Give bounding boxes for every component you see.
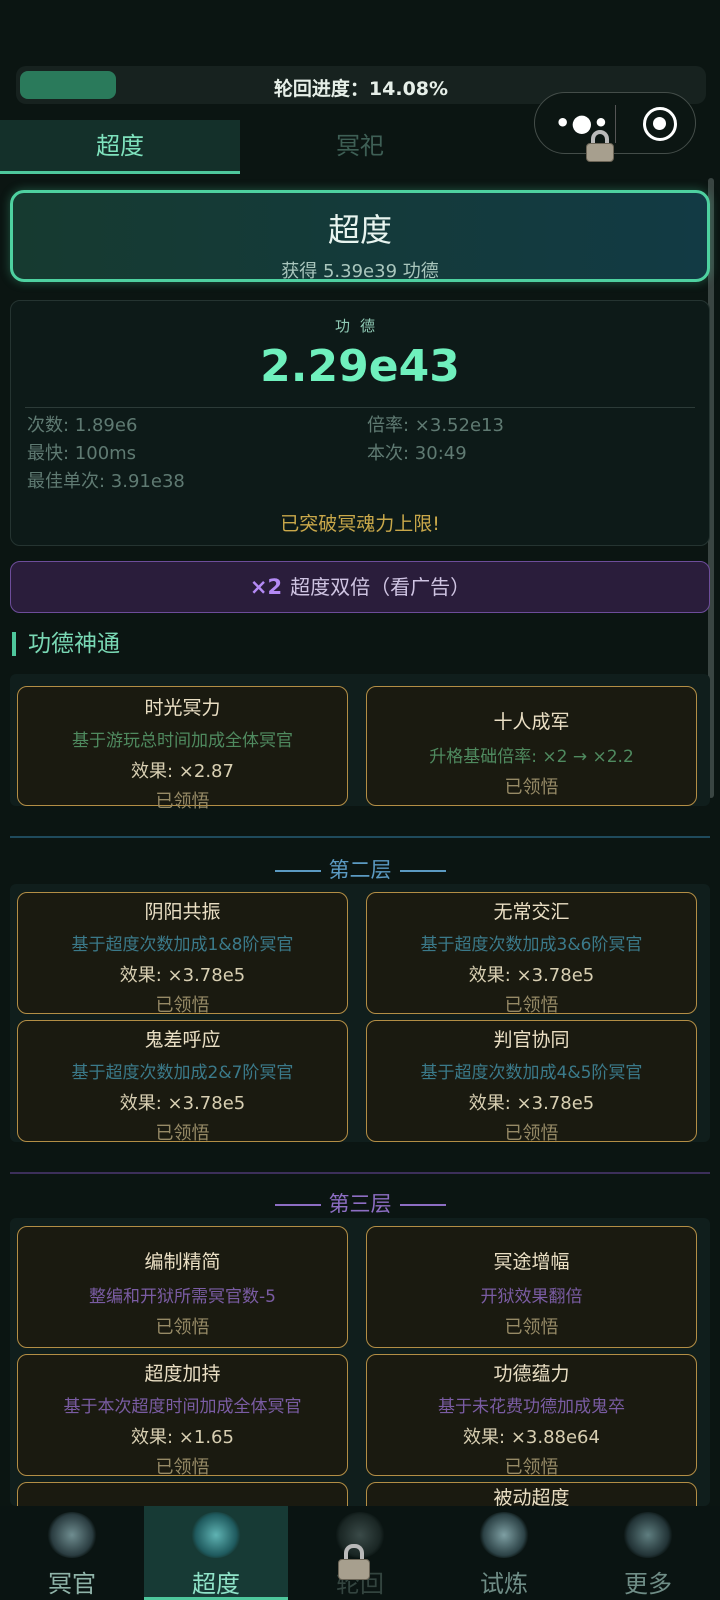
skill-desc: 开狱效果翻倍: [480, 1287, 583, 1307]
divider: [25, 407, 695, 408]
ghost-mask-icon: [47, 1512, 97, 1558]
skill-name: 被动超度: [493, 1487, 570, 1506]
skill-name: 功德蕴力: [493, 1363, 570, 1385]
skill-status: 已领悟: [155, 791, 210, 812]
skill-effect: 效果: ×1.65: [131, 1427, 234, 1448]
chaodu-button-subtitle: 获得 5.39e39 功德: [281, 261, 439, 282]
chaodu-button[interactable]: 超度 获得 5.39e39 功德: [10, 190, 710, 282]
nav-label: 超度: [192, 1570, 240, 1598]
skill-status: 已领悟: [504, 777, 559, 798]
layer2-header: 第二层: [0, 854, 720, 884]
skill-card[interactable]: 被动超度: [366, 1482, 697, 1506]
nav-item-gengduo[interactable]: 更多: [576, 1506, 720, 1600]
skill-name: 编制精简: [144, 1251, 221, 1273]
skill-status: 已领悟: [504, 1457, 559, 1478]
skill-name: 时光冥力: [144, 697, 221, 719]
layer2-title: 第二层: [328, 858, 392, 882]
tab-chaodu[interactable]: 超度: [0, 120, 240, 174]
flame-lotus-icon: [479, 1512, 529, 1558]
miniprogram-capsule: •●•: [534, 92, 696, 154]
close-miniprogram-icon[interactable]: [643, 107, 677, 141]
stat-fastest: 最快: 100ms: [27, 443, 137, 464]
lock-icon: [338, 1544, 370, 1580]
skill-card[interactable]: 冥途增幅 开狱效果翻倍 已领悟: [366, 1226, 697, 1348]
skill-effect: 效果: ×3.78e5: [119, 1093, 246, 1114]
double-ad-button[interactable]: ×2 超度双倍（看广告）: [10, 561, 710, 613]
layer-divider: [10, 836, 710, 838]
stat-rate: 倍率: ×3.52e13: [367, 415, 504, 436]
nav-label: 冥官: [48, 1570, 96, 1598]
skill-status: 已领悟: [155, 1457, 210, 1478]
skill-desc: 基于超度次数加成4&5阶冥官: [420, 1063, 643, 1083]
skill-desc: 整编和开狱所需冥官数-5: [89, 1287, 276, 1307]
stat-count: 次数: 1.89e6: [27, 415, 138, 436]
skill-desc: 基于超度次数加成2&7阶冥官: [71, 1063, 294, 1083]
skill-card[interactable]: 阴阳共振 基于超度次数加成1&8阶冥官 效果: ×3.78e5 已领悟: [17, 892, 348, 1016]
skill-desc: 基于未花费功德加成鬼卒: [438, 1397, 625, 1417]
nav-label: 更多: [624, 1570, 672, 1598]
chaodu-button-title: 超度: [327, 211, 392, 249]
double-badge: ×2: [249, 575, 283, 599]
skill-status: 已领悟: [155, 1123, 210, 1144]
skill-status: 已领悟: [504, 995, 559, 1016]
skill-card[interactable]: 功德蕴力 基于未花费功德加成鬼卒 效果: ×3.88e64 已领悟: [366, 1354, 697, 1478]
skill-name: 阴阳共振: [144, 901, 221, 923]
stat-current: 本次: 30:49: [367, 443, 467, 464]
skill-name: 鬼差呼应: [144, 1029, 221, 1051]
nav-item-lunhui[interactable]: 轮回: [288, 1506, 432, 1600]
skill-effect: 效果: ×3.78e5: [468, 1093, 595, 1114]
skill-desc: 基于超度次数加成1&8阶冥官: [71, 935, 294, 955]
nav-item-chaodu[interactable]: 超度: [144, 1506, 288, 1600]
merit-label: 功德: [334, 317, 385, 335]
skill-status: 已领悟: [155, 995, 210, 1016]
skill-card[interactable]: 超度加持 基于本次超度时间加成全体冥官 效果: ×1.65 已领悟: [17, 1354, 348, 1478]
skill-name: 判官协同: [493, 1029, 570, 1051]
skill-card[interactable]: 时光冥力 基于游玩总时间加成全体冥官 效果: ×2.87 已领悟: [17, 686, 348, 812]
skill-card[interactable]: 十人成军 升格基础倍率: ×2 → ×2.2 已领悟: [366, 686, 697, 806]
merit-stats-card: 功德 2.29e43 次数: 1.89e6 倍率: ×3.52e13 最快: 1…: [10, 300, 710, 546]
capsule-divider: [615, 105, 616, 143]
skill-name: 无常交汇: [493, 901, 570, 923]
skill-desc: 基于游玩总时间加成全体冥官: [72, 731, 293, 751]
skill-desc: 基于本次超度时间加成全体冥官: [63, 1397, 302, 1417]
skill-card[interactable]: 判官协同 基于超度次数加成4&5阶冥官 效果: ×3.78e5 已领悟: [366, 1020, 697, 1144]
double-label: 超度双倍（看广告）: [290, 575, 471, 599]
section-title: 功德神通: [12, 632, 120, 656]
merit-value: 2.29e43: [260, 341, 460, 392]
nav-item-shilian[interactable]: 试炼: [432, 1506, 576, 1600]
skill-effect: 效果: ×3.88e64: [463, 1427, 600, 1448]
skill-card[interactable]: [17, 1482, 348, 1506]
skill-card[interactable]: 鬼差呼应 基于超度次数加成2&7阶冥官 效果: ×3.78e5 已领悟: [17, 1020, 348, 1144]
tier3-panel: 编制精简 整编和开狱所需冥官数-5 已领悟 冥途增幅 开狱效果翻倍 已领悟 超度…: [10, 1218, 710, 1506]
temple-icon: [191, 1512, 241, 1558]
skill-effect: 效果: ×3.78e5: [468, 965, 595, 986]
skill-card[interactable]: 编制精简 整编和开狱所需冥官数-5 已领悟: [17, 1226, 348, 1348]
stat-best: 最佳单次: 3.91e38: [27, 471, 185, 492]
nav-item-mingguan[interactable]: 冥官: [0, 1506, 144, 1600]
layer3-header: 第三层: [0, 1188, 720, 1218]
layer-divider: [10, 1172, 710, 1174]
tier1-panel: 时光冥力 基于游玩总时间加成全体冥官 效果: ×2.87 已领悟 十人成军 升格…: [10, 674, 710, 812]
skill-name: 十人成军: [493, 711, 570, 733]
bottom-nav: 冥官 超度 轮回 试炼 更多: [0, 1506, 720, 1600]
lock-icon: [586, 130, 614, 162]
nav-label: 试炼: [480, 1570, 528, 1598]
skill-status: 已领悟: [155, 1317, 210, 1338]
spade-emblem-icon: [623, 1512, 673, 1558]
skill-effect: 效果: ×2.87: [131, 761, 234, 782]
skill-name: 超度加持: [144, 1363, 221, 1385]
skill-effect: 效果: ×3.78e5: [119, 965, 246, 986]
skill-name: 冥途增幅: [493, 1251, 570, 1273]
skill-card[interactable]: 无常交汇 基于超度次数加成3&6阶冥官 效果: ×3.78e5 已领悟: [366, 892, 697, 1016]
layer3-title: 第三层: [328, 1192, 392, 1216]
skill-status: 已领悟: [504, 1123, 559, 1144]
skill-status: 已领悟: [504, 1317, 559, 1338]
skill-desc: 基于超度次数加成3&6阶冥官: [420, 935, 643, 955]
tab-mingsi[interactable]: 冥祀: [240, 120, 480, 174]
tier2-panel: 阴阳共振 基于超度次数加成1&8阶冥官 效果: ×3.78e5 已领悟 无常交汇…: [10, 884, 710, 1144]
skill-desc: 升格基础倍率: ×2 → ×2.2: [429, 747, 634, 767]
limit-note: 已突破冥魂力上限!: [280, 513, 440, 535]
